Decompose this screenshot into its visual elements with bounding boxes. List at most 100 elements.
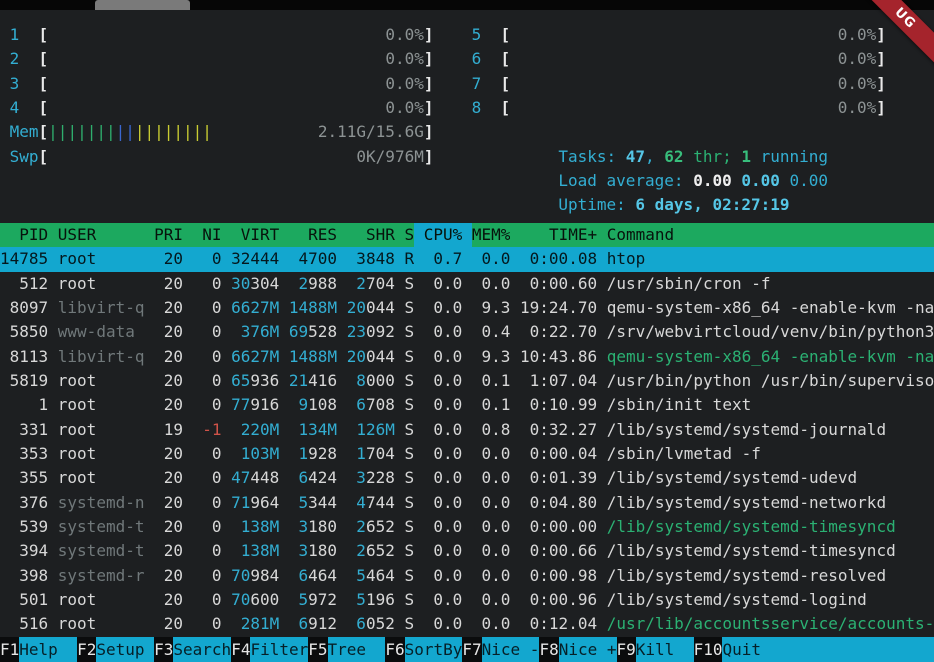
cpu-meter-5: 5[0.0%] [462, 23, 934, 47]
priority-cell: 20 [154, 320, 183, 344]
header-shr[interactable]: SHR [347, 223, 395, 247]
time-cell: 1:07.04 [520, 369, 597, 393]
time-cell: 0:12.04 [520, 612, 597, 636]
process-row[interactable]: 353root200103M19281704S0.00.00:00.04/sbi… [0, 442, 934, 466]
time-cell: 10:43.86 [520, 345, 597, 369]
time-cell: 0:10.99 [520, 393, 597, 417]
cpu-meter-5-value: 0.0% [838, 23, 877, 47]
priority-cell: 20 [154, 491, 183, 515]
fkey-label: F1 [0, 637, 19, 662]
process-row[interactable]: 516root200281M69126052S0.00.00:12.04/usr… [0, 612, 934, 636]
process-row[interactable]: 5850www-data200376M6952823092S0.00.40:22… [0, 320, 934, 344]
process-row[interactable]: 501root2007060059725196S0.00.00:00.96/li… [0, 588, 934, 612]
shr-cell: 5196 [347, 588, 395, 612]
header-ni[interactable]: NI [193, 223, 222, 247]
user-cell: libvirt-q [58, 345, 145, 369]
window-top-bar [0, 0, 934, 10]
mem-usage-bars: ||||||||||||||||| [48, 120, 212, 144]
virt-cell: 6627M [231, 296, 279, 320]
fkey-action-label: Filter [250, 637, 308, 662]
process-row[interactable]: 14785root2003244447003848R0.70.00:00.08h… [0, 247, 934, 271]
fkey-action-label: Search [173, 637, 231, 662]
fkey-help[interactable]: F1Help [0, 637, 77, 662]
process-row[interactable]: 539systemd-t200138M31802652S0.00.00:00.0… [0, 515, 934, 539]
nice-cell: -1 [193, 418, 222, 442]
header-virt[interactable]: VIRT [231, 223, 279, 247]
process-row[interactable]: 376systemd-n2007196453444744S0.00.00:04.… [0, 491, 934, 515]
command-cell: /usr/sbin/cron -f [607, 272, 934, 296]
fkey-action-label: Setup [96, 637, 154, 662]
mem-percent-cell: 0.0 [472, 588, 511, 612]
pid-cell: 1 [0, 393, 48, 417]
process-row[interactable]: 355root2004744864243228S0.00.00:01.39/li… [0, 466, 934, 490]
user-cell: root [58, 369, 145, 393]
header-state[interactable]: S [404, 223, 414, 247]
nice-cell: 0 [193, 296, 222, 320]
process-row[interactable]: 512root2003030429882704S0.00.00:00.60/us… [0, 272, 934, 296]
process-row[interactable]: 398systemd-r2007098464645464S0.00.00:00.… [0, 564, 934, 588]
meters-right-column: 5[0.0%] 6[0.0%] 7[0.0%] 8[0.0%] Tasks: 4… [462, 23, 934, 193]
pid-cell: 355 [0, 466, 48, 490]
fkey-sortby[interactable]: F6SortBy [385, 637, 462, 662]
header-pri[interactable]: PRI [154, 223, 183, 247]
fkey-search[interactable]: F3Search [154, 637, 231, 662]
load-15min: 0.00 [790, 171, 829, 190]
tasks-label: Tasks: [558, 147, 625, 166]
process-row[interactable]: 8097libvirt-q2006627M1488M20044S0.09.319… [0, 296, 934, 320]
priority-cell: 20 [154, 588, 183, 612]
fkey-setup[interactable]: F2Setup [77, 637, 154, 662]
user-cell: root [58, 588, 145, 612]
tasks-count: 47 [626, 147, 645, 166]
header-pid[interactable]: PID [0, 223, 48, 247]
browser-tab-sliver[interactable] [95, 0, 190, 10]
priority-cell: 20 [154, 564, 183, 588]
header-user[interactable]: USER [58, 223, 145, 247]
cpu-meter-8-label: 8 [472, 96, 501, 120]
virt-cell: 220M [231, 418, 279, 442]
nice-cell: 0 [193, 466, 222, 490]
command-cell: qemu-system-x86_64 -enable-kvm -na [607, 296, 934, 320]
process-row[interactable]: 394systemd-t200138M31802652S0.00.00:00.6… [0, 539, 934, 563]
time-cell: 0:00.96 [520, 588, 597, 612]
time-cell: 0:00.08 [520, 247, 597, 271]
process-row[interactable]: 8113libvirt-q2006627M1488M20044S0.09.310… [0, 345, 934, 369]
fkey-filter[interactable]: F4Filter [231, 637, 308, 662]
time-cell: 0:00.98 [520, 564, 597, 588]
process-row[interactable]: 5819root20065936214168000S0.00.11:07.04/… [0, 369, 934, 393]
process-row[interactable]: 331root19-1220M134M126MS0.00.80:32.27/li… [0, 418, 934, 442]
mem-percent-cell: 0.0 [472, 442, 511, 466]
process-row[interactable]: 1root2007791691086708S0.00.10:10.99/sbin… [0, 393, 934, 417]
user-cell: root [58, 393, 145, 417]
nice-cell: 0 [193, 272, 222, 296]
virt-cell: 70600 [231, 588, 279, 612]
fkey-kill[interactable]: F9Kill [617, 637, 694, 662]
pid-cell: 516 [0, 612, 48, 636]
virt-cell: 70984 [231, 564, 279, 588]
mem-percent-cell: 0.8 [472, 418, 511, 442]
load-1min: 0.00 [693, 171, 732, 190]
command-cell: /lib/systemd/systemd-journald [607, 418, 934, 442]
cpu-meter-7: 7[0.0%] [462, 72, 934, 96]
fkey-action-label: Help [19, 637, 77, 662]
cpu-percent-cell: 0.0 [424, 539, 463, 563]
header-res[interactable]: RES [289, 223, 337, 247]
shr-cell: 8000 [347, 369, 395, 393]
fkey-tree[interactable]: F5Tree [308, 637, 385, 662]
fkey-label: F5 [308, 637, 327, 662]
virt-cell: 281M [231, 612, 279, 636]
fkey-quit[interactable]: F10Quit [694, 637, 781, 662]
cpu-meter-7-value: 0.0% [838, 72, 877, 96]
nice-cell: 0 [193, 320, 222, 344]
header-command[interactable]: Command [607, 223, 934, 247]
mem-percent-cell: 0.4 [472, 320, 511, 344]
priority-cell: 20 [154, 466, 183, 490]
fkey-label: F9 [617, 637, 636, 662]
cpu-meter-4: 4[0.0%] [0, 96, 462, 120]
fkey-nice[interactable]: F8Nice + [539, 637, 616, 662]
user-cell: root [58, 442, 145, 466]
fkey-nice[interactable]: F7Nice - [462, 637, 539, 662]
res-cell: 4700 [289, 247, 337, 271]
meters-section: 1[0.0%] 2[0.0%] 3[0.0%] 4[0.0%] Mem[||||… [0, 23, 934, 223]
command-cell: htop [607, 247, 934, 271]
priority-cell: 19 [154, 418, 183, 442]
